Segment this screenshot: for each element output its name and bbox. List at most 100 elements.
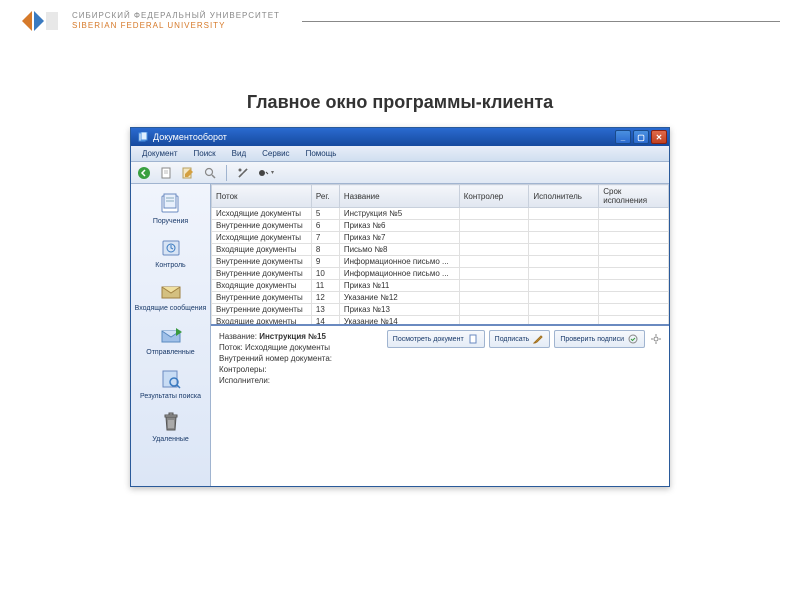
titlebar[interactable]: Документооборот _ ▢ ✕ (131, 128, 669, 146)
table-row[interactable]: Входящие документы14Указание №14 (212, 316, 669, 327)
column-executor[interactable]: Исполнитель (529, 185, 599, 208)
close-button[interactable]: ✕ (651, 130, 667, 144)
sidebar-item-assignments[interactable]: Поручения (131, 188, 210, 232)
table-cell: 8 (311, 244, 339, 256)
button-label: Проверить подписи (560, 336, 624, 343)
slide-title: Главное окно программы-клиента (0, 92, 800, 113)
view-document-button[interactable]: Посмотреть документ (387, 330, 485, 348)
document-table: Поток Рег. Название Контролер Исполнител… (211, 184, 669, 326)
table-header-row: Поток Рег. Название Контролер Исполнител… (212, 185, 669, 208)
table-cell (529, 268, 599, 280)
table-cell: Инструкция №5 (339, 208, 459, 220)
table-row[interactable]: Входящие документы8Письмо №8 (212, 244, 669, 256)
table-cell: 10 (311, 268, 339, 280)
control-icon (157, 236, 185, 260)
table-cell: Приказ №13 (339, 304, 459, 316)
pen-icon (532, 333, 544, 345)
button-label: Подписать (495, 336, 530, 343)
table-cell (599, 244, 669, 256)
gear-icon[interactable] (649, 333, 663, 345)
table-row[interactable]: Внутренние документы13Приказ №13 (212, 304, 669, 316)
table-cell (599, 316, 669, 327)
detail-title-value: Инструкция №15 (259, 332, 326, 341)
table-row[interactable]: Исходящие документы5Инструкция №5 (212, 208, 669, 220)
sidebar-item-sent[interactable]: Отправленные (131, 319, 210, 363)
minimize-button[interactable]: _ (615, 130, 631, 144)
table-cell: 5 (311, 208, 339, 220)
menu-help[interactable]: Помощь (299, 148, 344, 159)
menu-view[interactable]: Вид (225, 148, 253, 159)
sidebar-item-trash[interactable]: Удаленные (131, 406, 210, 450)
table-cell (529, 316, 599, 327)
table-row[interactable]: Исходящие документы7Приказ №7 (212, 232, 669, 244)
table-cell (529, 304, 599, 316)
table-row[interactable]: Входящие документы11Приказ №11 (212, 280, 669, 292)
table-cell (459, 256, 529, 268)
menubar: Документ Поиск Вид Сервис Помощь (131, 146, 669, 162)
table-cell (459, 280, 529, 292)
table-cell: Указание №14 (339, 316, 459, 327)
table-cell (459, 292, 529, 304)
table-row[interactable]: Внутренние документы12Указание №12 (212, 292, 669, 304)
sidebar-label: Отправленные (146, 349, 194, 357)
settings-button[interactable]: ▾ (256, 164, 274, 182)
detail-title-label: Название: (219, 332, 257, 341)
column-flow[interactable]: Поток (212, 185, 312, 208)
document-table-container[interactable]: Поток Рег. Название Контролер Исполнител… (211, 184, 669, 326)
menu-document[interactable]: Документ (135, 148, 185, 159)
column-reg[interactable]: Рег. (311, 185, 339, 208)
sign-button[interactable]: Подписать (489, 330, 551, 348)
table-cell (529, 244, 599, 256)
table-row[interactable]: Внутренние документы9Информационное пись… (212, 256, 669, 268)
slide-header: СИБИРСКИЙ ФЕДЕРАЛЬНЫЙ УНИВЕРСИТЕТ SIBERI… (0, 0, 800, 42)
table-cell: 6 (311, 220, 339, 232)
detail-executors: Исполнители: (219, 376, 661, 385)
table-cell: Исходящие документы (212, 232, 312, 244)
maximize-button[interactable]: ▢ (633, 130, 649, 144)
sidebar-label: Входящие сообщения (135, 305, 207, 313)
university-name-ru: СИБИРСКИЙ ФЕДЕРАЛЬНЫЙ УНИВЕРСИТЕТ (72, 11, 280, 21)
toolbar: ▾ (131, 162, 669, 184)
tools-button[interactable] (234, 164, 252, 182)
new-doc-button[interactable] (157, 164, 175, 182)
inbox-icon (157, 279, 185, 303)
edit-button[interactable] (179, 164, 197, 182)
app-body: Поручения Контроль Входящие сообщения От… (131, 184, 669, 486)
table-cell: Информационное письмо ... (339, 256, 459, 268)
main-panel: Поток Рег. Название Контролер Исполнител… (211, 184, 669, 486)
table-cell (599, 220, 669, 232)
detail-actions: Посмотреть документ Подписать Проверить … (387, 330, 663, 348)
university-logo (20, 8, 60, 34)
table-cell (459, 220, 529, 232)
table-cell: Письмо №8 (339, 244, 459, 256)
table-cell (599, 208, 669, 220)
sidebar-item-search-results[interactable]: Результаты поиска (131, 363, 210, 407)
table-row[interactable]: Внутренние документы6Приказ №6 (212, 220, 669, 232)
table-cell: Приказ №7 (339, 232, 459, 244)
university-name: СИБИРСКИЙ ФЕДЕРАЛЬНЫЙ УНИВЕРСИТЕТ SIBERI… (72, 11, 280, 32)
column-name[interactable]: Название (339, 185, 459, 208)
table-cell: Входящие документы (212, 280, 312, 292)
table-cell (599, 268, 669, 280)
column-due[interactable]: Срок исполнения (599, 185, 669, 208)
menu-search[interactable]: Поиск (187, 148, 223, 159)
header-rule (302, 21, 780, 22)
detail-internal-number: Внутренний номер документа: (219, 354, 661, 363)
table-cell (529, 208, 599, 220)
table-cell (459, 208, 529, 220)
column-controller[interactable]: Контролер (459, 185, 529, 208)
table-cell: 9 (311, 256, 339, 268)
sidebar-item-control[interactable]: Контроль (131, 232, 210, 276)
table-cell (599, 292, 669, 304)
menu-service[interactable]: Сервис (255, 148, 296, 159)
sidebar-item-inbox[interactable]: Входящие сообщения (131, 275, 210, 319)
table-cell (459, 316, 529, 327)
table-cell (599, 256, 669, 268)
table-row[interactable]: Внутренние документы10Информационное пис… (212, 268, 669, 280)
verify-signatures-button[interactable]: Проверить подписи (554, 330, 645, 348)
table-cell: Входящие документы (212, 244, 312, 256)
sent-icon (157, 323, 185, 347)
search-button[interactable] (201, 164, 219, 182)
back-button[interactable] (135, 164, 153, 182)
table-cell (459, 304, 529, 316)
